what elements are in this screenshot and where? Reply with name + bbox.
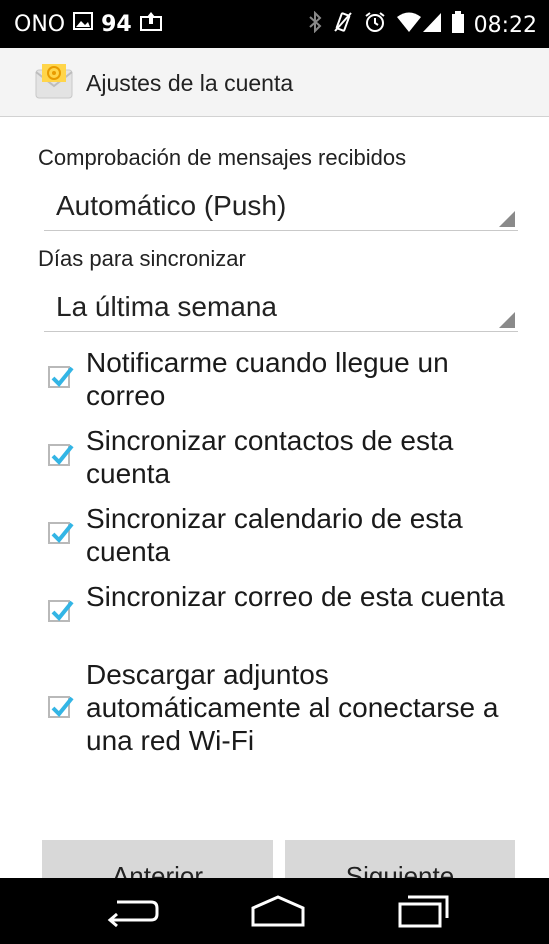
option-sync-contacts[interactable]: Sincronizar contactos de esta cuenta — [48, 424, 528, 494]
vibrate-muted-icon — [332, 11, 354, 39]
action-bar: Ajustes de la cuenta — [0, 48, 549, 117]
alarm-icon — [364, 11, 386, 39]
sync-mail-label: Sincronizar correo de esta cuenta — [86, 581, 505, 612]
sync-mail-checkbox[interactable] — [48, 600, 74, 622]
image-notification-icon — [73, 11, 94, 37]
wifi-icon — [396, 11, 422, 39]
download-attachments-checkbox[interactable] — [48, 696, 74, 718]
sync-contacts-label: Sincronizar contactos de esta cuenta — [86, 425, 454, 489]
download-attachments-label: Descargar adjuntos automáticamente al co… — [86, 659, 499, 756]
sync-calendar-label: Sincronizar calendario de esta cuenta — [86, 503, 463, 567]
notify-checkbox[interactable] — [48, 366, 74, 388]
notify-label: Notificarme cuando llegue un correo — [86, 347, 449, 411]
option-sync-mail[interactable]: Sincronizar correo de esta cuenta — [48, 580, 528, 650]
bluetooth-icon — [308, 10, 322, 39]
option-sync-calendar[interactable]: Sincronizar calendario de esta cuenta — [48, 502, 528, 572]
check-frequency-value: Automático (Push) — [56, 190, 287, 221]
battery-icon — [451, 11, 464, 39]
upload-notification-icon — [139, 11, 162, 37]
page-title: Ajustes de la cuenta — [86, 70, 294, 96]
clock: 08:22 — [473, 12, 537, 38]
signal-icon — [422, 11, 442, 39]
email-app-icon[interactable] — [34, 64, 74, 100]
back-icon[interactable] — [107, 894, 159, 933]
check-frequency-spinner[interactable]: Automático (Push) — [44, 190, 518, 231]
recent-apps-icon[interactable] — [398, 894, 450, 933]
sync-days-label: Días para sincronizar — [38, 246, 246, 271]
status-left: ONO 94 — [14, 11, 170, 37]
notification-count: 94 — [101, 11, 132, 37]
dropdown-arrow-icon — [499, 312, 515, 328]
status-right: 08:22 — [298, 10, 537, 39]
sync-days-value: La última semana — [56, 291, 278, 322]
sync-contacts-checkbox[interactable] — [48, 444, 74, 466]
check-frequency-label: Comprobación de mensajes recibidos — [38, 145, 407, 170]
navigation-bar — [0, 878, 549, 944]
status-bar: ONO 94 08:22 — [0, 0, 549, 48]
sync-calendar-checkbox[interactable] — [48, 522, 74, 544]
home-icon[interactable] — [250, 894, 306, 933]
sync-days-spinner[interactable]: La última semana — [44, 291, 518, 332]
carrier-name: ONO — [14, 11, 66, 37]
option-download-attachments[interactable]: Descargar adjuntos automáticamente al co… — [48, 658, 528, 762]
dropdown-arrow-icon — [499, 211, 515, 227]
option-notify[interactable]: Notificarme cuando llegue un correo — [48, 346, 528, 416]
